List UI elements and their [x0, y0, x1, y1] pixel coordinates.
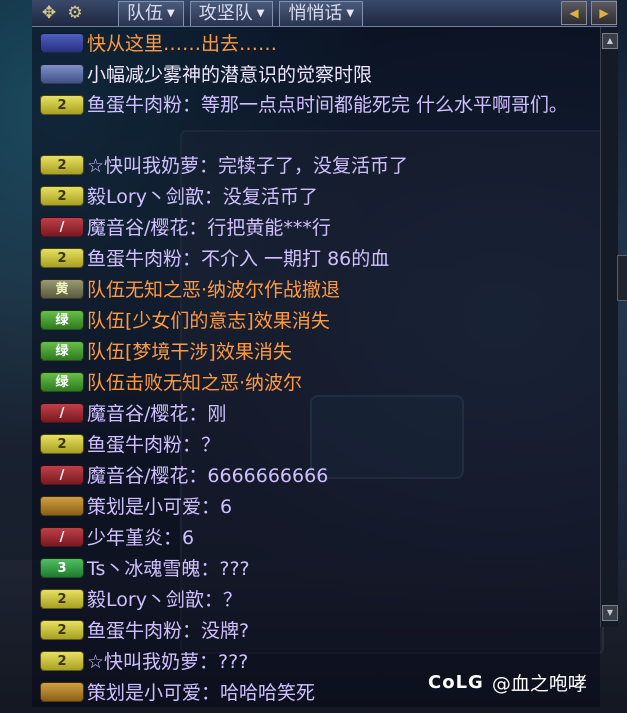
message-text: ☆快叫我奶萝：完犊子了，没复活币了: [87, 154, 409, 177]
triangle-right-icon[interactable]: ▶: [591, 1, 617, 25]
message-badge: [40, 495, 84, 516]
chat-toolbar: ✥ ⚙ 队伍 ▼ 攻坚队 ▼ 悄悄话 ▼ ◀ ▶: [32, 0, 617, 27]
message-badge: [40, 63, 84, 84]
toolbar-icons: ✥ ⚙: [32, 3, 118, 23]
chat-message: 2 毅Lory丶剑歆：？: [40, 585, 600, 611]
message-badge: 2: [40, 95, 84, 115]
message-badge: 2: [40, 185, 84, 206]
scroll-up-icon[interactable]: ▲: [602, 33, 618, 49]
tab-whisper[interactable]: 悄悄话 ▼: [279, 0, 364, 26]
chevron-down-icon: ▼: [346, 7, 355, 19]
triangle-left-icon[interactable]: ◀: [561, 1, 587, 25]
message-badge: [40, 32, 84, 53]
message-badge: 绿: [40, 340, 84, 361]
chat-message: 2 鱼蛋牛肉粉：没牌?: [40, 616, 600, 642]
message-text: 队伍击败无知之恶·纳波尔: [87, 371, 303, 394]
message-text: 魔音谷/樱花：6666666666: [87, 464, 329, 487]
message-badge: [40, 681, 84, 702]
watermark: CoLG @血之咆哮: [428, 666, 618, 698]
message-text: 策划是小可爱：哈哈哈笑死: [87, 681, 316, 704]
message-text: 队伍[梦境干涉]效果消失: [87, 340, 292, 363]
message-badge: 2: [40, 588, 84, 609]
chat-log: 快从这里……出去…… 小幅减少雾神的潜意识的觉察时限 2 鱼蛋牛肉粉：等那一点点时间都…: [32, 27, 600, 707]
message-badge: 绿: [40, 309, 84, 330]
chat-scrollbar[interactable]: ▲ ▼: [600, 27, 618, 627]
message-text: 魔音谷/樱花：行把黄能***行: [87, 216, 331, 239]
tab-raid-label: 攻坚队: [198, 2, 253, 24]
tab-team-label: 队伍: [127, 2, 163, 24]
chat-message: / 少年堇炎：6: [40, 523, 600, 549]
message-badge: /: [40, 216, 84, 237]
chat-message: 2 鱼蛋牛肉粉：等那一点点时间都能死完 什么水平啊哥们｡: [40, 91, 600, 143]
chat-message: 2 鱼蛋牛肉粉：不介入 一期打 86的血: [40, 244, 600, 270]
chat-message: 绿队伍[少女们的意志]效果消失: [40, 306, 600, 332]
chat-message: 2 鱼蛋牛肉粉：？: [40, 430, 600, 456]
message-badge: 黄: [40, 278, 84, 299]
message-badge: /: [40, 526, 84, 547]
chat-message: 快从这里……出去……: [40, 29, 600, 55]
message-badge: 2: [40, 650, 84, 671]
message-text: 小幅减少雾神的潜意识的觉察时限: [87, 63, 373, 86]
message-text: 快从这里……出去……: [87, 32, 278, 55]
message-text: 毅Lory丶剑歆：没复活币了: [87, 185, 318, 208]
message-badge: 2: [40, 619, 84, 640]
chat-message: 绿队伍[梦境干涉]效果消失: [40, 337, 600, 363]
chat-message: 绿队伍击败无知之恶·纳波尔: [40, 368, 600, 394]
tab-whisper-label: 悄悄话: [288, 2, 343, 24]
message-badge: 2: [40, 154, 84, 175]
message-text: 策划是小可爱：6: [87, 495, 233, 518]
message-text: 鱼蛋牛肉粉：等那一点点时间都能死完 什么水平啊哥们｡: [87, 94, 559, 116]
message-badge: 2: [40, 433, 84, 454]
message-text: 鱼蛋牛肉粉：？: [87, 433, 221, 456]
message-text: Ts丶冰魂雪魄：???: [87, 557, 250, 580]
watermark-logo: CoLG: [428, 671, 484, 693]
message-text: 鱼蛋牛肉粉：不介入 一期打 86的血: [87, 247, 390, 270]
chat-message: 策划是小可爱：6: [40, 492, 600, 518]
message-badge: 3: [40, 557, 84, 578]
chevron-down-icon: ▼: [167, 7, 175, 19]
chat-message: / 魔音谷/樱花：行把黄能***行: [40, 213, 600, 239]
gear-icon[interactable]: ⚙: [64, 3, 86, 23]
tab-raid[interactable]: 攻坚队 ▼: [189, 0, 274, 26]
chat-message: 小幅减少雾神的潜意识的觉察时限: [40, 60, 600, 86]
watermark-handle: @血之咆哮: [491, 672, 587, 695]
message-badge: /: [40, 402, 84, 423]
message-text: 队伍[少女们的意志]效果消失: [87, 309, 330, 332]
message-text: 少年堇炎：6: [87, 526, 195, 549]
chat-message: 2 毅Lory丶剑歆：没复活币了: [40, 182, 600, 208]
message-badge: /: [40, 464, 84, 485]
message-text: 队伍无知之恶·纳波尔作战撤退: [87, 278, 341, 301]
chat-message: / 魔音谷/樱花：6666666666: [40, 461, 600, 487]
move-arrows-icon[interactable]: ✥: [38, 3, 60, 23]
message-badge: 绿: [40, 371, 84, 392]
tab-team[interactable]: 队伍 ▼: [118, 0, 184, 26]
chat-message: / 魔音谷/樱花：刚: [40, 399, 600, 425]
chevron-down-icon: ▼: [256, 7, 265, 19]
chat-message: 3 Ts丶冰魂雪魄：???: [40, 554, 600, 580]
scroll-down-icon[interactable]: ▼: [602, 605, 618, 621]
chat-message: 2 ☆快叫我奶萝：完犊子了，没复活币了: [40, 151, 600, 177]
message-badge: 2: [40, 247, 84, 268]
message-text: ☆快叫我奶萝：???: [87, 650, 249, 673]
message-text: 毅Lory丶剑歆：？: [87, 588, 242, 611]
side-panel-handle[interactable]: [617, 255, 627, 301]
chat-message: 黄队伍无知之恶·纳波尔作战撤退: [40, 275, 600, 301]
message-text: 鱼蛋牛肉粉：没牌?: [87, 619, 250, 642]
message-text: 魔音谷/樱花：刚: [87, 402, 227, 425]
